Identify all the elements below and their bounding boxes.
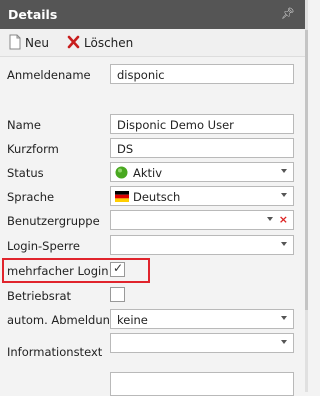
anmeldename-label: Anmeldename	[7, 68, 91, 82]
status-value: Aktiv	[133, 166, 163, 180]
sprache-label: Sprache	[7, 190, 55, 204]
autom-abmeldung-value: keine	[117, 313, 148, 327]
chevron-down-icon[interactable]	[281, 340, 287, 344]
anmeldename-value: disponic	[117, 68, 165, 82]
new-document-icon	[9, 34, 21, 55]
chevron-down-icon[interactable]	[281, 242, 287, 246]
chevron-down-icon[interactable]	[281, 193, 287, 197]
status-active-icon	[115, 166, 128, 182]
delete-button[interactable]: Löschen	[67, 34, 133, 52]
new-button[interactable]: Neu	[9, 34, 49, 52]
name-value: Disponic Demo User	[117, 118, 234, 132]
new-button-label: Neu	[25, 36, 49, 50]
login-sperre-select[interactable]	[110, 235, 294, 255]
delete-button-label: Löschen	[84, 36, 134, 50]
benutzergruppe-label: Benutzergruppe	[7, 214, 100, 228]
informationstext-select[interactable]	[110, 333, 294, 353]
panel-title: Details	[8, 7, 58, 22]
kurzform-input[interactable]: DS	[110, 138, 294, 158]
name-label: Name	[7, 118, 41, 132]
chevron-down-icon[interactable]	[281, 169, 287, 173]
login-sperre-label: Login-Sperre	[7, 239, 80, 253]
delete-x-icon	[67, 34, 80, 55]
chevron-down-icon[interactable]	[267, 217, 273, 221]
clear-x-icon[interactable]: ×	[279, 213, 288, 226]
details-panel: Details 📌︎ Neu Löschen Anmeldename dispo…	[0, 0, 305, 396]
scrollbar-thumb[interactable]	[305, 30, 308, 310]
status-label: Status	[7, 166, 44, 180]
kurzform-label: Kurzform	[7, 142, 59, 156]
betriebsrat-checkbox[interactable]	[110, 287, 125, 302]
informationstext-label: Informationstext	[7, 345, 103, 359]
anmeldename-input[interactable]: disponic	[110, 64, 294, 84]
sprache-select[interactable]: Deutsch	[110, 186, 294, 206]
kurzform-value: DS	[117, 142, 134, 156]
german-flag-icon	[115, 191, 129, 205]
chevron-down-icon[interactable]	[281, 316, 287, 320]
informationstext-textarea[interactable]	[110, 372, 294, 396]
status-select[interactable]: Aktiv	[110, 162, 294, 182]
panel-header: Details 📌︎	[0, 0, 305, 29]
benutzergruppe-select[interactable]: ×	[110, 210, 294, 230]
scrollbar[interactable]	[305, 0, 308, 392]
highlight-box	[2, 258, 150, 283]
autom-abmeldung-label: autom. Abmeldung	[7, 313, 118, 327]
autom-abmeldung-select[interactable]: keine	[110, 309, 294, 329]
name-input[interactable]: Disponic Demo User	[110, 114, 294, 134]
sprache-value: Deutsch	[133, 190, 181, 204]
pin-icon[interactable]: 📌︎	[281, 7, 295, 20]
betriebsrat-label: Betriebsrat	[7, 289, 72, 303]
toolbar: Neu Löschen	[0, 29, 305, 57]
